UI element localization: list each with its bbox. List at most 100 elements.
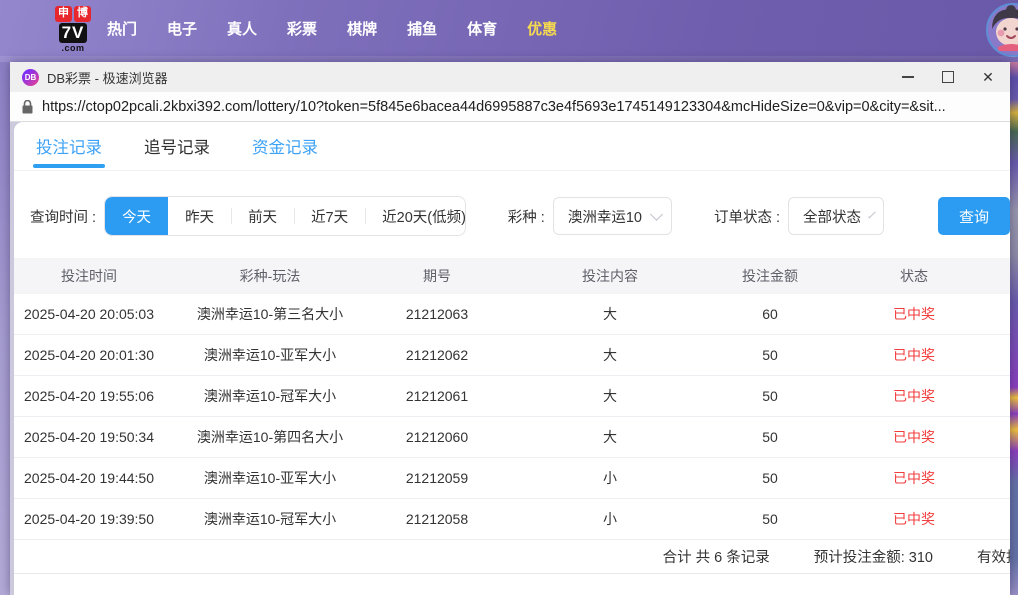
table-cell: 2025-04-20 19:55:06 bbox=[24, 388, 154, 404]
table-cell: 大 bbox=[603, 388, 617, 404]
logo-badge-2: 博 bbox=[74, 5, 91, 22]
nav-item[interactable]: 捕鱼 bbox=[407, 18, 437, 39]
table-cell: 2025-04-20 19:50:34 bbox=[24, 429, 154, 445]
table-cell: 21212060 bbox=[405, 429, 469, 445]
column-header: 投注金额 bbox=[742, 268, 798, 284]
table-cell: 50 bbox=[762, 511, 778, 527]
nav-item[interactable]: 电子 bbox=[167, 18, 197, 39]
page-edge-left bbox=[0, 62, 10, 595]
column-header: 期号 bbox=[423, 268, 451, 284]
table-cell: 澳洲幸运10-冠军大小 bbox=[203, 511, 337, 527]
order-status-value: 全部状态 bbox=[803, 209, 862, 226]
time-range-option[interactable]: 前天 bbox=[231, 197, 294, 235]
table-cell: 21212062 bbox=[405, 347, 469, 363]
app-icon: DB bbox=[22, 68, 39, 86]
table-cell: 澳洲幸运10-第四名大小 bbox=[196, 429, 344, 445]
table-cell: 50 bbox=[762, 347, 778, 363]
status-cell: 已中奖 bbox=[893, 511, 935, 527]
table-row: 2025-04-20 20:05:03 澳洲幸运10-第三名大小 21212063 大… bbox=[14, 294, 1010, 335]
query-button[interactable]: 查询 bbox=[938, 197, 1010, 235]
summary-expected-amount: 预计投注金额: 310 bbox=[813, 550, 933, 566]
status-cell: 已中奖 bbox=[893, 347, 935, 363]
table-cell: 50 bbox=[762, 388, 778, 404]
table-cell: 澳洲幸运10-第三名大小 bbox=[196, 306, 344, 322]
table-cell: 60 bbox=[762, 306, 778, 322]
summary-row: 合计 共 6 条记录 预计投注金额: 310 有效投注金额 bbox=[14, 540, 1010, 574]
time-range-segmented: 今天 昨天 前天 近7天 近20天(低频) bbox=[104, 196, 466, 236]
table-cell: 澳洲幸运10-冠军大小 bbox=[203, 388, 337, 404]
table-cell: 2025-04-20 19:44:50 bbox=[24, 470, 154, 486]
chevron-down-icon bbox=[650, 207, 663, 221]
table-cell: 大 bbox=[603, 306, 617, 322]
table-header: 投注时间 彩种-玩法 期号 投注内容 投注金额 状态 bbox=[14, 258, 1010, 294]
tab-fund-records[interactable]: 资金记录 bbox=[252, 122, 318, 170]
maximize-button[interactable] bbox=[940, 69, 956, 85]
url-bar[interactable]: https://ctop02pcali.2kbxi392.com/lottery… bbox=[10, 92, 1010, 122]
nav-item[interactable]: 棋牌 bbox=[347, 18, 377, 39]
tab-chase-records[interactable]: 追号记录 bbox=[144, 122, 210, 170]
summary-valid-amount: 有效投注金额 bbox=[977, 550, 1010, 566]
window-titlebar: DB DB彩票 - 极速浏览器 ✕ bbox=[10, 62, 1010, 92]
summary-total: 合计 共 6 条记录 bbox=[662, 550, 770, 566]
lottery-filter-label: 彩种 : bbox=[507, 209, 545, 226]
page-edge-right bbox=[1010, 62, 1018, 595]
time-filter-label: 查询时间 : bbox=[30, 209, 97, 226]
records-card: 投注记录 追号记录 资金记录 查询时间 : 今天 昨天 前天 近7天 近20天(低频) … bbox=[14, 122, 1010, 595]
tab-bet-records[interactable]: 投注记录 bbox=[33, 122, 105, 170]
lottery-select[interactable]: 澳洲幸运10 bbox=[552, 197, 672, 235]
url-text: https://ctop02pcali.2kbxi392.com/lottery… bbox=[42, 98, 946, 115]
minimize-icon bbox=[902, 76, 914, 78]
table-cell: 澳洲幸运10-亚军大小 bbox=[203, 347, 337, 363]
order-status-label: 订单状态 : bbox=[713, 209, 781, 226]
table-cell: 澳洲幸运10-亚军大小 bbox=[203, 470, 337, 486]
site-header: 申 博 7V .com 热门 电子 真人 彩票 棋牌 捕鱼 体育 优惠 bbox=[0, 0, 1018, 62]
time-range-option[interactable]: 近20天(低频) bbox=[365, 197, 465, 235]
order-status-select[interactable]: 全部状态 bbox=[788, 197, 885, 235]
logo-suffix: .com bbox=[61, 42, 85, 53]
tabs-row: 投注记录 追号记录 资金记录 bbox=[14, 122, 1010, 171]
lottery-select-value: 澳洲幸运10 bbox=[567, 209, 642, 226]
nav-item[interactable]: 彩票 bbox=[287, 18, 317, 39]
site-logo[interactable]: 申 博 7V .com bbox=[55, 5, 91, 53]
table-row: 2025-04-20 19:44:50 澳洲幸运10-亚军大小 21212059 小 5… bbox=[14, 458, 1010, 499]
column-header: 投注时间 bbox=[61, 268, 117, 284]
minimize-button[interactable] bbox=[900, 69, 916, 85]
table-cell: 2025-04-20 19:39:50 bbox=[24, 511, 154, 527]
top-nav: 热门 电子 真人 彩票 棋牌 捕鱼 体育 优惠 bbox=[107, 18, 557, 39]
logo-name: 7V bbox=[58, 22, 88, 43]
table-cell: 50 bbox=[762, 470, 778, 486]
table-cell: 50 bbox=[762, 429, 778, 445]
column-header: 投注内容 bbox=[582, 268, 638, 284]
time-range-option[interactable]: 今天 bbox=[105, 197, 169, 235]
nav-item[interactable]: 体育 bbox=[467, 18, 497, 39]
table-cell: 小 bbox=[603, 470, 617, 486]
table-row: 2025-04-20 20:01:30 澳洲幸运10-亚军大小 21212062 大 5… bbox=[14, 335, 1010, 376]
nav-item[interactable]: 真人 bbox=[227, 18, 257, 39]
table-row: 2025-04-20 19:39:50 澳洲幸运10-冠军大小 21212058 小 5… bbox=[14, 499, 1010, 540]
window-title: DB彩票 - 极速浏览器 bbox=[47, 70, 168, 86]
table-body: 2025-04-20 20:05:03 澳洲幸运10-第三名大小 21212063 大… bbox=[14, 294, 1010, 540]
lock-icon bbox=[22, 99, 33, 114]
chevron-down-icon bbox=[868, 210, 876, 218]
close-button[interactable]: ✕ bbox=[980, 69, 996, 85]
table-row: 2025-04-20 19:50:34 澳洲幸运10-第四名大小 21212060 大… bbox=[14, 417, 1010, 458]
bet-records-table: 投注时间 彩种-玩法 期号 投注内容 投注金额 状态 2025-04-20 20:05:0… bbox=[14, 258, 1010, 540]
column-header: 状态 bbox=[900, 268, 928, 284]
table-cell: 小 bbox=[603, 511, 617, 527]
status-cell: 已中奖 bbox=[893, 470, 935, 486]
nav-item[interactable]: 热门 bbox=[107, 18, 137, 39]
table-cell: 21212061 bbox=[405, 388, 469, 404]
table-cell: 2025-04-20 20:05:03 bbox=[24, 306, 154, 322]
browser-window: DB DB彩票 - 极速浏览器 ✕ https://ctop02pcali.2k… bbox=[10, 62, 1010, 595]
status-cell: 已中奖 bbox=[893, 429, 935, 445]
nav-item[interactable]: 优惠 bbox=[527, 18, 557, 39]
table-cell: 21212058 bbox=[405, 511, 469, 527]
column-header: 彩种-玩法 bbox=[239, 268, 301, 284]
maximize-icon bbox=[942, 71, 954, 83]
table-cell: 21212059 bbox=[405, 470, 469, 486]
avatar-illustration bbox=[988, 5, 1018, 51]
screen: 申 博 7V .com 热门 电子 真人 彩票 棋牌 捕鱼 体育 优惠 DB D… bbox=[0, 0, 1018, 595]
time-range-option[interactable]: 近7天 bbox=[294, 197, 365, 235]
table-cell: 21212063 bbox=[405, 306, 469, 322]
time-range-option[interactable]: 昨天 bbox=[168, 197, 231, 235]
